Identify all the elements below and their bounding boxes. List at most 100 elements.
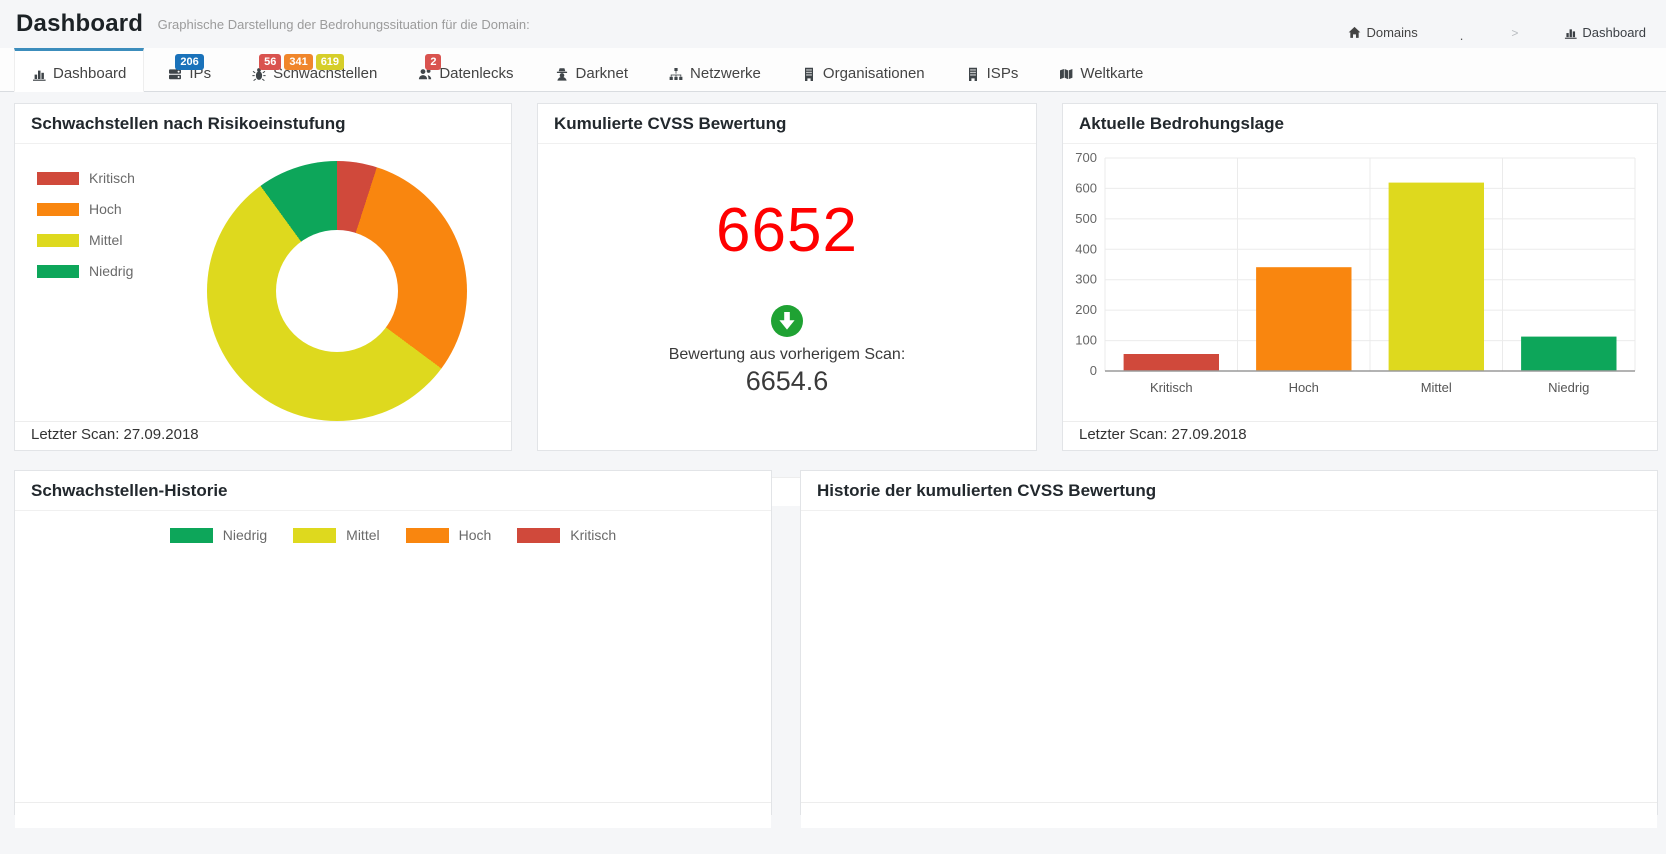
legend-swatch bbox=[37, 233, 79, 247]
tab-organisationen[interactable]: Organisationen bbox=[785, 48, 942, 91]
count-badge: 2 bbox=[425, 54, 442, 70]
card-title: Kumulierte CVSS Bewertung bbox=[554, 114, 787, 133]
tab-netzwerke[interactable]: Netzwerke bbox=[652, 48, 778, 91]
count-badge: 619 bbox=[315, 54, 345, 70]
card-title: Aktuelle Bedrohungslage bbox=[1079, 114, 1284, 133]
svg-text:600: 600 bbox=[1075, 180, 1097, 195]
count-badge: 206 bbox=[175, 54, 204, 70]
card-title: Historie der kumulierten CVSS Bewertung bbox=[817, 481, 1157, 500]
legend-item-Mittel[interactable]: Mittel bbox=[293, 527, 380, 543]
legend-item-Hoch[interactable]: Hoch bbox=[37, 201, 135, 217]
arrow-down-circle-icon bbox=[770, 304, 804, 338]
tab-darknet[interactable]: Darknet bbox=[538, 48, 646, 91]
legend-item-Kritisch[interactable]: Kritisch bbox=[517, 527, 616, 543]
breadcrumb-current-label: Dashboard bbox=[1582, 25, 1646, 40]
tab-label: Organisationen bbox=[822, 65, 925, 82]
legend-item-Hoch[interactable]: Hoch bbox=[405, 527, 491, 543]
legend-swatch bbox=[169, 527, 213, 543]
card-header: Schwachstellen-Historie bbox=[15, 471, 771, 511]
card-title: Schwachstellen nach Risikoeinstufung bbox=[31, 114, 346, 133]
svg-text:0: 0 bbox=[1090, 363, 1097, 378]
page-subtitle: Graphische Darstellung der Bedrohungssit… bbox=[157, 17, 530, 32]
last-scan-label: Letzter Scan: 27.09.2018 bbox=[1063, 421, 1657, 450]
history-legend: Niedrig Mittel Hoch Kritisch bbox=[15, 525, 771, 545]
tab-isps[interactable]: ISPs bbox=[949, 48, 1036, 91]
bar-Niedrig bbox=[1521, 336, 1617, 371]
building-icon bbox=[804, 67, 813, 81]
tab-datenlecks[interactable]: 2 Datenlecks bbox=[401, 48, 530, 91]
risk-donut-chart bbox=[207, 161, 467, 421]
card-header: Schwachstellen nach Risikoeinstufung bbox=[15, 104, 511, 144]
sitemap-icon bbox=[669, 68, 683, 80]
svg-text:200: 200 bbox=[1075, 302, 1097, 317]
breadcrumb-current: Dashboard bbox=[1564, 25, 1646, 40]
card-footer bbox=[15, 802, 771, 828]
svg-text:100: 100 bbox=[1075, 333, 1097, 348]
cvss-value: 6652 bbox=[716, 196, 858, 265]
legend-label: Kritisch bbox=[89, 170, 135, 186]
legend-item-Niedrig[interactable]: Niedrig bbox=[169, 527, 268, 543]
previous-scan-value: 6654.6 bbox=[745, 366, 829, 396]
home-icon bbox=[1349, 26, 1361, 38]
card-header: Aktuelle Bedrohungslage bbox=[1063, 104, 1657, 144]
legend-item-Niedrig[interactable]: Niedrig bbox=[37, 263, 135, 279]
last-scan-label: Letzter Scan: 27.09.2018 bbox=[15, 421, 511, 450]
tab-label: Weltkarte bbox=[1080, 65, 1144, 82]
tab-schwachstellen[interactable]: 56 341 619 Schwachstellen bbox=[235, 48, 394, 91]
tab-label: ISPs bbox=[986, 65, 1019, 82]
donut-hole bbox=[276, 230, 398, 352]
legend-item-Kritisch[interactable]: Kritisch bbox=[37, 170, 135, 186]
tab-label: Dashboard bbox=[53, 65, 127, 82]
legend-item-Mittel[interactable]: Mittel bbox=[37, 232, 135, 248]
svg-text:Niedrig: Niedrig bbox=[1548, 380, 1589, 395]
legend-label: Mittel bbox=[346, 527, 380, 543]
bar-Hoch bbox=[1256, 267, 1352, 371]
breadcrumb-separator-icon: > bbox=[1511, 25, 1519, 40]
legend-label: Niedrig bbox=[89, 263, 134, 279]
tab-label: Darknet bbox=[575, 65, 629, 82]
map-icon bbox=[1060, 69, 1073, 80]
bar-chart-icon bbox=[33, 70, 46, 81]
legend-label: Niedrig bbox=[222, 527, 268, 543]
arrow-down-circle-icon bbox=[771, 305, 803, 337]
tab-dashboard[interactable]: Dashboard bbox=[14, 48, 145, 92]
breadcrumb-domain: . bbox=[1459, 28, 1464, 43]
threat-bar-chart: 0 100 200 300 400 500 600 700 Kritisch Hoch Mittel… bbox=[1075, 150, 1636, 395]
count-badge: 341 bbox=[284, 54, 313, 70]
breadcrumb-domains-link[interactable]: Domains bbox=[1348, 25, 1418, 40]
previous-scan-label: Bewertung aus vorherigem Scan: bbox=[668, 346, 906, 363]
card-header: Kumulierte CVSS Bewertung bbox=[538, 104, 1036, 144]
count-badge: 56 bbox=[259, 54, 282, 70]
tab-badges: 2 bbox=[425, 54, 442, 70]
building-icon bbox=[968, 67, 977, 81]
breadcrumb: Domains . > Dashboard bbox=[1348, 22, 1646, 43]
svg-text:Mittel: Mittel bbox=[1421, 380, 1452, 395]
card-cvss-score: Kumulierte CVSS Bewertung 6652 Bewertung… bbox=[537, 103, 1037, 506]
legend-label: Hoch bbox=[89, 201, 122, 217]
card-footer bbox=[801, 802, 1657, 828]
svg-text:500: 500 bbox=[1075, 211, 1097, 226]
legend-swatch bbox=[37, 202, 79, 216]
dashboard-page: Dashboard Graphische Darstellung der Bed… bbox=[0, 0, 1666, 854]
card-vuln-history: Schwachstellen-Historie Niedrig Mittel Hoc… bbox=[14, 470, 772, 828]
tab-label: Netzwerke bbox=[690, 65, 761, 82]
card-body: 6652 Bewertung aus vorherigem Scan: 6654… bbox=[538, 200, 1036, 506]
legend-swatch bbox=[37, 264, 79, 278]
page-title: Dashboard bbox=[16, 10, 144, 37]
tab-weltkarte[interactable]: Weltkarte bbox=[1042, 48, 1160, 91]
bar-Mittel bbox=[1388, 182, 1484, 371]
legend-swatch bbox=[293, 527, 337, 543]
breadcrumb-root-label: Domains bbox=[1366, 25, 1418, 40]
donut-legend: Kritisch Hoch Mittel Niedrig bbox=[37, 170, 135, 279]
svg-text:700: 700 bbox=[1075, 150, 1097, 165]
legend-swatch bbox=[517, 527, 561, 543]
tab-ips[interactable]: 206 IPs bbox=[151, 48, 228, 91]
card-risk-donut: Schwachstellen nach Risikoeinstufung Kri… bbox=[14, 103, 512, 451]
tab-badges: 56 341 619 bbox=[259, 54, 345, 70]
content-header: Dashboard Graphische Darstellung der Bed… bbox=[16, 10, 530, 38]
card-title: Schwachstellen-Historie bbox=[31, 481, 228, 500]
card-body bbox=[801, 525, 1657, 828]
cvss-history-legend bbox=[801, 525, 1657, 545]
card-body: Kritisch Hoch Mittel Niedrig Letzter Scan: … bbox=[15, 144, 511, 450]
card-cvss-history: Historie der kumulierten CVSS Bewertung bbox=[800, 470, 1658, 828]
